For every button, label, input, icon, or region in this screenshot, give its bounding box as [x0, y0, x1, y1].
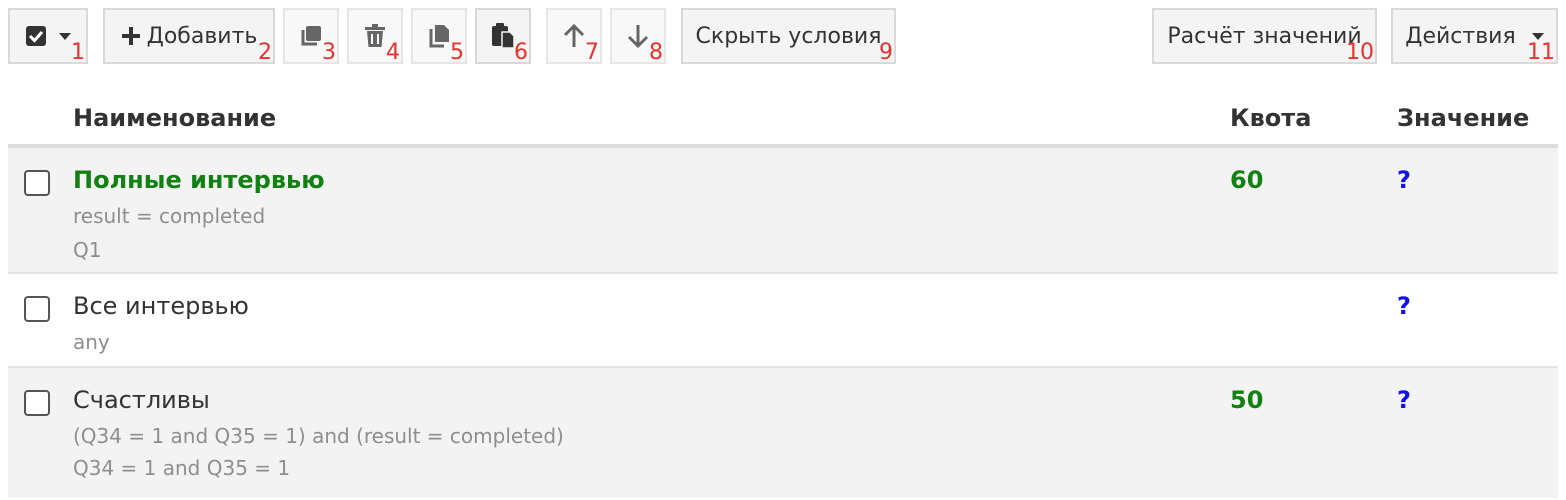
button-number-label: 7 — [585, 40, 599, 65]
quota-table: Наименование Квота Значение Полные интер… — [8, 88, 1558, 498]
toolbar: 1 Добавить 2 3 4 5 6 7 8 Скрыть условия … — [8, 8, 1558, 64]
button-number-label: 9 — [879, 40, 893, 65]
button-number-label: 1 — [71, 40, 85, 65]
duplicate-icon — [299, 24, 323, 48]
trash-icon — [364, 24, 386, 48]
button-number-label: 6 — [514, 40, 528, 65]
button-number-label: 11 — [1527, 40, 1555, 65]
row-value-link[interactable]: ? — [1397, 166, 1411, 194]
row-condition: Q1 — [73, 238, 102, 262]
table-row[interactable]: Счастливы (Q34 = 1 and Q35 = 1) and (res… — [8, 368, 1558, 498]
actions-label: Действия — [1405, 23, 1516, 49]
checkbox-checked-icon — [25, 25, 47, 47]
add-button[interactable]: Добавить 2 — [103, 8, 275, 64]
move-down-button[interactable]: 8 — [610, 8, 666, 64]
hide-conditions-label: Скрыть условия — [695, 23, 882, 49]
row-condition: result = completed — [73, 204, 266, 228]
table-row[interactable]: Все интервью any ? — [8, 274, 1558, 368]
row-checkbox[interactable] — [24, 390, 50, 416]
table-row[interactable]: Полные интервью result = completed Q1 60… — [8, 148, 1558, 274]
move-up-button[interactable]: 7 — [546, 8, 602, 64]
column-header-value[interactable]: Значение — [1397, 104, 1529, 132]
add-button-label: Добавить — [146, 23, 258, 49]
button-number-label: 10 — [1346, 40, 1374, 65]
row-name[interactable]: Все интервью — [73, 292, 249, 320]
button-number-label: 3 — [322, 40, 336, 65]
row-name[interactable]: Счастливы — [73, 386, 210, 414]
row-checkbox[interactable] — [24, 296, 50, 322]
copy-button[interactable]: 5 — [411, 8, 467, 64]
duplicate-button[interactable]: 3 — [283, 8, 339, 64]
hide-conditions-button[interactable]: Скрыть условия 9 — [681, 8, 896, 64]
column-header-name[interactable]: Наименование — [73, 104, 276, 132]
plus-icon — [121, 26, 141, 46]
button-number-label: 2 — [258, 40, 272, 65]
actions-dropdown-button[interactable]: Действия 11 — [1391, 8, 1558, 64]
paste-button[interactable]: 6 — [475, 8, 531, 64]
copy-icon — [428, 24, 450, 48]
delete-button[interactable]: 4 — [347, 8, 403, 64]
row-condition: any — [73, 330, 110, 354]
arrow-up-icon — [563, 24, 585, 48]
button-number-label: 5 — [450, 40, 464, 65]
row-name[interactable]: Полные интервью — [73, 166, 325, 194]
row-quota: 60 — [1230, 166, 1264, 194]
button-number-label: 4 — [386, 40, 400, 65]
paste-icon — [491, 23, 515, 49]
row-quota: 50 — [1230, 386, 1264, 414]
column-header-quota[interactable]: Квота — [1230, 104, 1311, 132]
button-number-label: 8 — [649, 40, 663, 65]
caret-down-icon — [1531, 32, 1544, 40]
caret-down-icon — [59, 32, 71, 40]
row-value-link[interactable]: ? — [1397, 386, 1411, 414]
select-all-dropdown-button[interactable]: 1 — [8, 8, 88, 64]
calc-values-button[interactable]: Расчёт значений 10 — [1152, 8, 1377, 64]
row-condition: (Q34 = 1 and Q35 = 1) and (result = comp… — [73, 424, 564, 448]
table-header: Наименование Квота Значение — [8, 88, 1558, 148]
arrow-down-icon — [627, 24, 649, 48]
calc-values-label: Расчёт значений — [1167, 23, 1362, 49]
row-checkbox[interactable] — [24, 170, 50, 196]
row-value-link[interactable]: ? — [1397, 292, 1411, 320]
row-condition: Q34 = 1 and Q35 = 1 — [73, 456, 291, 480]
